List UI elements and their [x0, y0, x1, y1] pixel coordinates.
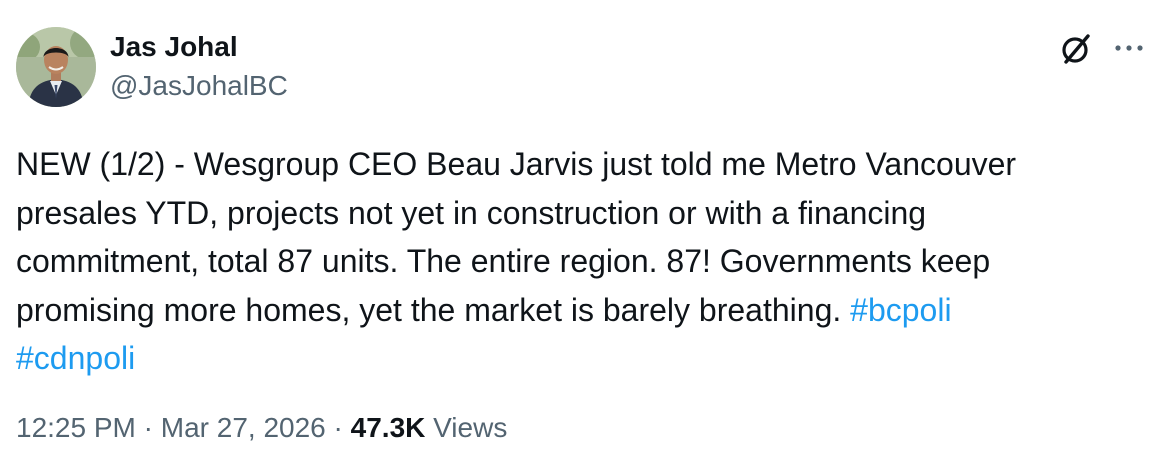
views-count: 47.3K	[350, 412, 426, 443]
meta-separator: ·	[333, 412, 343, 443]
tweet-meta: 12:25 PM · Mar 27, 2026 · 47.3K Views	[16, 410, 507, 446]
author-display-name[interactable]: Jas Johal	[110, 30, 288, 64]
tweet-card: Jas Johal @JasJohalBC NEW (1/2) - Wesgro…	[0, 0, 1172, 468]
more-icon[interactable]	[1114, 40, 1144, 56]
tweet-time[interactable]: 12:25 PM	[16, 412, 136, 443]
grok-icon[interactable]	[1058, 31, 1094, 67]
tweet-line: commitment, total 87 units. The entire r…	[16, 243, 991, 279]
tweet-text: NEW (1/2) - Wesgroup CEO Beau Jarvis jus…	[16, 140, 1146, 383]
tweet-line: promising more homes, yet the market is …	[16, 291, 842, 328]
views-label: Views	[433, 412, 508, 443]
tweet-line: presales YTD, projects not yet in constr…	[16, 194, 927, 231]
hashtag-link[interactable]: #bcpoli	[850, 292, 951, 328]
tweet-date[interactable]: Mar 27, 2026	[161, 412, 326, 443]
author-handle[interactable]: @JasJohalBC	[110, 69, 288, 103]
hashtag-link[interactable]: #cdnpoli	[16, 340, 135, 376]
avatar-photo	[16, 27, 96, 107]
tweet-line: NEW (1/2) - Wesgroup CEO Beau Jarvis jus…	[16, 146, 1017, 182]
meta-separator: ·	[143, 412, 153, 443]
author-block: Jas Johal @JasJohalBC	[110, 30, 288, 103]
tweet-line-with-hashtag: promising more homes, yet the market is …	[16, 286, 1146, 335]
tweet-line-hashtag: #cdnpoli	[16, 334, 1146, 383]
avatar[interactable]	[16, 27, 96, 107]
